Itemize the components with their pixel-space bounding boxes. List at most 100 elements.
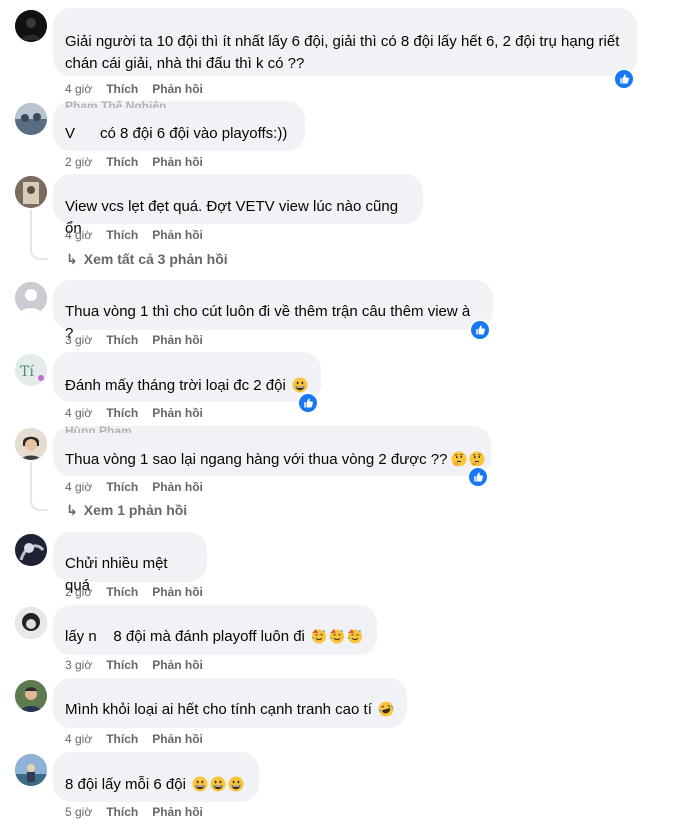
like-button[interactable]: Thích	[106, 585, 138, 599]
avatar-image	[15, 534, 47, 566]
comment-time[interactable]: 4 giờ	[65, 82, 92, 96]
reply-button[interactable]: Phản hồi	[152, 82, 203, 96]
comment-bubble: Giải người ta 10 đội thì ít nhất lấy 6 đ…	[53, 8, 637, 76]
like-button[interactable]: Thích	[106, 155, 138, 169]
comment-bubble: Mình khỏi loại ai hết cho tính cạnh tran…	[53, 678, 407, 728]
thread-connector	[30, 499, 48, 511]
comment-text-content: 8 đội lấy mỗi 6 đội	[65, 776, 186, 793]
comment-bubble: Thua vòng 1 thì cho cút luôn đi về thêm …	[53, 280, 493, 342]
thread-line	[30, 462, 32, 499]
avatar-image	[15, 10, 47, 42]
avatar[interactable]	[15, 103, 47, 135]
comment-text-content: lấy n 8 đội mà đánh playoff luôn đi	[65, 628, 305, 645]
avatar[interactable]	[15, 428, 47, 460]
comment-text-content: Thua vòng 1 sao lại ngang hàng với thua …	[65, 451, 448, 468]
view-replies-label: Xem tất cả 3 phản hồi	[83, 251, 228, 267]
comment-time[interactable]: 4 giờ	[65, 228, 92, 242]
partying-face-icon	[311, 628, 327, 644]
comment-text: lấy n 8 đội mà đánh playoff luôn đi	[65, 605, 365, 648]
comment-time[interactable]: 4 giờ	[65, 406, 92, 420]
thread-line	[30, 210, 32, 248]
partying-face-icon	[329, 628, 345, 644]
like-reaction-icon[interactable]	[469, 319, 491, 341]
avatar[interactable]	[15, 10, 47, 42]
view-replies-label: Xem 1 phản hồi	[83, 502, 188, 518]
comment-actions: 3 giờ Thích Phản hồi	[65, 658, 217, 672]
comment-bubble: 8 đội lấy mỗi 6 đội	[53, 752, 259, 802]
avatar[interactable]	[15, 680, 47, 712]
comment-text: 8 đội lấy mỗi 6 đội	[65, 752, 247, 796]
svg-text:Tí: Tí	[20, 364, 34, 380]
avatar-image: Tí	[15, 354, 47, 386]
avatar-image	[15, 176, 47, 208]
view-replies-link[interactable]: ↳ Xem 1 phản hồi	[66, 502, 187, 519]
default-avatar-icon	[15, 282, 47, 314]
reply-button[interactable]: Phản hồi	[152, 333, 203, 347]
reply-arrow-icon: ↳	[66, 251, 78, 267]
like-button[interactable]: Thích	[106, 732, 138, 746]
comment-author[interactable]: Hùng Phạm	[65, 424, 132, 433]
grinning-face-icon	[292, 377, 308, 393]
avatar[interactable]	[15, 176, 47, 208]
comment-actions: 2 giờ Thích Phản hồi	[65, 155, 217, 169]
thinking-face-icon	[451, 451, 467, 467]
like-button[interactable]: Thích	[106, 658, 138, 672]
reply-button[interactable]: Phản hồi	[152, 480, 203, 494]
avatar[interactable]: Tí	[15, 354, 47, 386]
comment-actions: 2 giờ Thích Phản hồi	[65, 585, 217, 599]
comment-time[interactable]: 3 giờ	[65, 658, 92, 672]
comment-bubble: Hùng Phạm Thua vòng 1 sao lại ngang hàng…	[53, 424, 491, 476]
thread-connector	[30, 248, 48, 260]
comment-bubble: View vcs lẹt đẹt quá. Đợt VETV view lúc …	[53, 174, 423, 237]
like-button[interactable]: Thích	[106, 333, 138, 347]
reply-button[interactable]: Phản hồi	[152, 585, 203, 599]
comment-actions: 4 giờ Thích Phản hồi	[65, 406, 217, 420]
like-button[interactable]: Thích	[106, 480, 138, 494]
comment-text: Giải người ta 10 đội thì ít nhất lấy 6 đ…	[65, 33, 620, 72]
comment-bubble: Phạm Thế Nghiệp V có 8 đội 6 đội vào pla…	[53, 99, 305, 151]
reply-button[interactable]: Phản hồi	[152, 228, 203, 242]
comment-author[interactable]: Phạm Thế Nghiệp	[65, 99, 166, 108]
grinning-face-icon	[210, 776, 226, 792]
view-replies-link[interactable]: ↳ Xem tất cả 3 phản hồi	[66, 251, 228, 268]
like-button[interactable]: Thích	[106, 406, 138, 420]
comment-bubble: lấy n 8 đội mà đánh playoff luôn đi	[53, 605, 377, 655]
avatar-image	[15, 103, 47, 135]
avatar[interactable]	[15, 607, 47, 639]
comment-text: Đánh mấy tháng trời loại đc 2 đội	[65, 352, 309, 397]
comment-actions: 3 giờ Thích Phản hồi	[65, 333, 217, 347]
reply-button[interactable]: Phản hồi	[152, 658, 203, 672]
like-reaction-icon[interactable]	[297, 392, 319, 414]
comment-actions: 4 giờ Thích Phản hồi	[65, 228, 217, 242]
like-reaction-icon[interactable]	[613, 68, 635, 90]
like-button[interactable]: Thích	[106, 805, 138, 819]
reply-button[interactable]: Phản hồi	[152, 155, 203, 169]
reply-button[interactable]: Phản hồi	[152, 732, 203, 746]
comment-time[interactable]: 2 giờ	[65, 585, 92, 599]
comment-bubble: Đánh mấy tháng trời loại đc 2 đội	[53, 352, 321, 402]
comment-time[interactable]: 2 giờ	[65, 155, 92, 169]
like-reaction-icon[interactable]	[467, 466, 489, 488]
avatar[interactable]	[15, 534, 47, 566]
rolling-laughing-face-icon	[378, 701, 394, 717]
comment-text-content: Đánh mấy tháng trời loại đc 2 đội	[65, 377, 286, 394]
avatar[interactable]	[15, 282, 47, 314]
avatar-image	[15, 607, 47, 639]
comment-actions: 4 giờ Thích Phản hồi	[65, 82, 217, 96]
reply-button[interactable]: Phản hồi	[152, 406, 203, 420]
avatar-image	[15, 680, 47, 712]
like-button[interactable]: Thích	[106, 228, 138, 242]
comment-time[interactable]: 4 giờ	[65, 480, 92, 494]
like-button[interactable]: Thích	[106, 82, 138, 96]
reply-arrow-icon: ↳	[66, 502, 78, 518]
comment-text: Mình khỏi loại ai hết cho tính cạnh tran…	[65, 678, 395, 721]
avatar-image	[15, 754, 47, 786]
avatar[interactable]	[15, 754, 47, 786]
comment-time[interactable]: 4 giờ	[65, 732, 92, 746]
comment-time[interactable]: 3 giờ	[65, 333, 92, 347]
reply-button[interactable]: Phản hồi	[152, 805, 203, 819]
avatar-image	[15, 428, 47, 460]
grinning-face-icon	[192, 776, 208, 792]
thinking-face-icon	[469, 451, 485, 467]
comment-time[interactable]: 5 giờ	[65, 805, 92, 819]
